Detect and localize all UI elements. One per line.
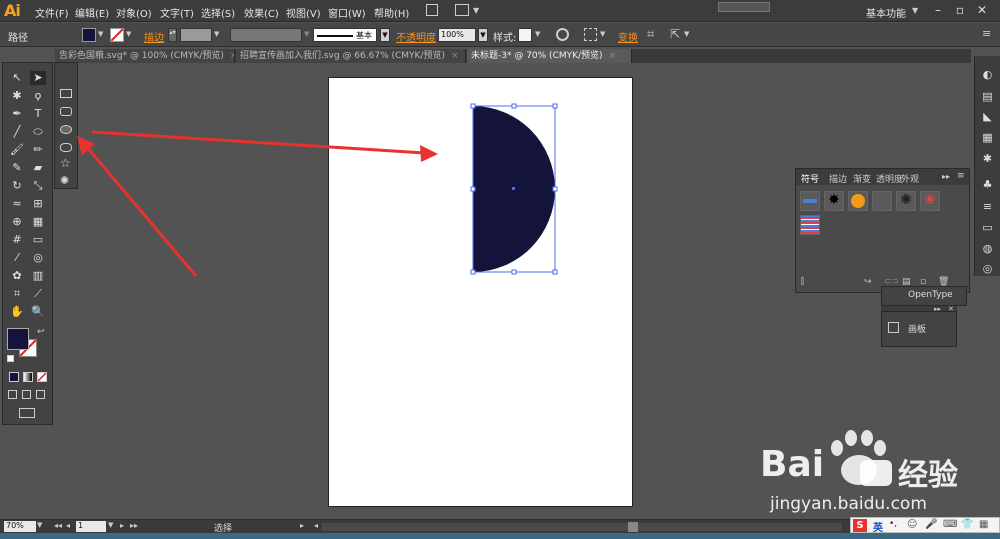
arrow-to-ellipse-tool (84, 145, 198, 277)
arrow-head (420, 145, 438, 162)
taskbar (0, 533, 1000, 539)
arrow-to-shape (91, 130, 426, 155)
artboard-number-input[interactable]: 1 (76, 521, 106, 532)
ime-language-indicator[interactable]: 英 (873, 519, 883, 534)
horizontal-scrollbar[interactable] (322, 523, 842, 531)
status-menu-icon[interactable]: ▸ (300, 521, 304, 530)
zoom-level-input[interactable]: 70% (4, 521, 36, 532)
last-artboard-icon[interactable]: ▸▸ (130, 521, 138, 530)
watermark-url: jingyan.baidu.com (770, 494, 927, 514)
watermark-brand-cn: 经验 (898, 458, 958, 493)
chevron-down-icon[interactable]: ▼ (37, 521, 42, 529)
keyboard-icon[interactable]: ⌨ (943, 519, 957, 530)
punctuation-icon[interactable]: •, (889, 519, 897, 529)
microphone-icon[interactable]: 🎤 (925, 519, 937, 530)
watermark-brand: Bai (760, 444, 825, 485)
toolbox-icon[interactable]: ▦ (979, 519, 988, 530)
first-artboard-icon[interactable]: ◂◂ (54, 521, 62, 530)
baidu-watermark: Bai 经验 jingyan.baidu.com (738, 430, 1000, 519)
chevron-down-icon[interactable]: ▼ (108, 521, 113, 529)
emoji-icon[interactable]: ☺ (907, 519, 917, 530)
scroll-left-icon[interactable]: ◂ (314, 521, 318, 530)
skin-icon[interactable]: 👕 (961, 519, 973, 530)
prev-artboard-icon[interactable]: ◂ (66, 521, 70, 530)
next-artboard-icon[interactable]: ▸ (120, 521, 124, 530)
sogou-icon[interactable]: S (853, 519, 867, 532)
paw-box-icon (860, 460, 892, 486)
scrollbar-thumb[interactable] (628, 522, 638, 532)
ime-toolbar: S 英 •, ☺ 🎤 ⌨ 👕 ▦ (850, 517, 1000, 534)
